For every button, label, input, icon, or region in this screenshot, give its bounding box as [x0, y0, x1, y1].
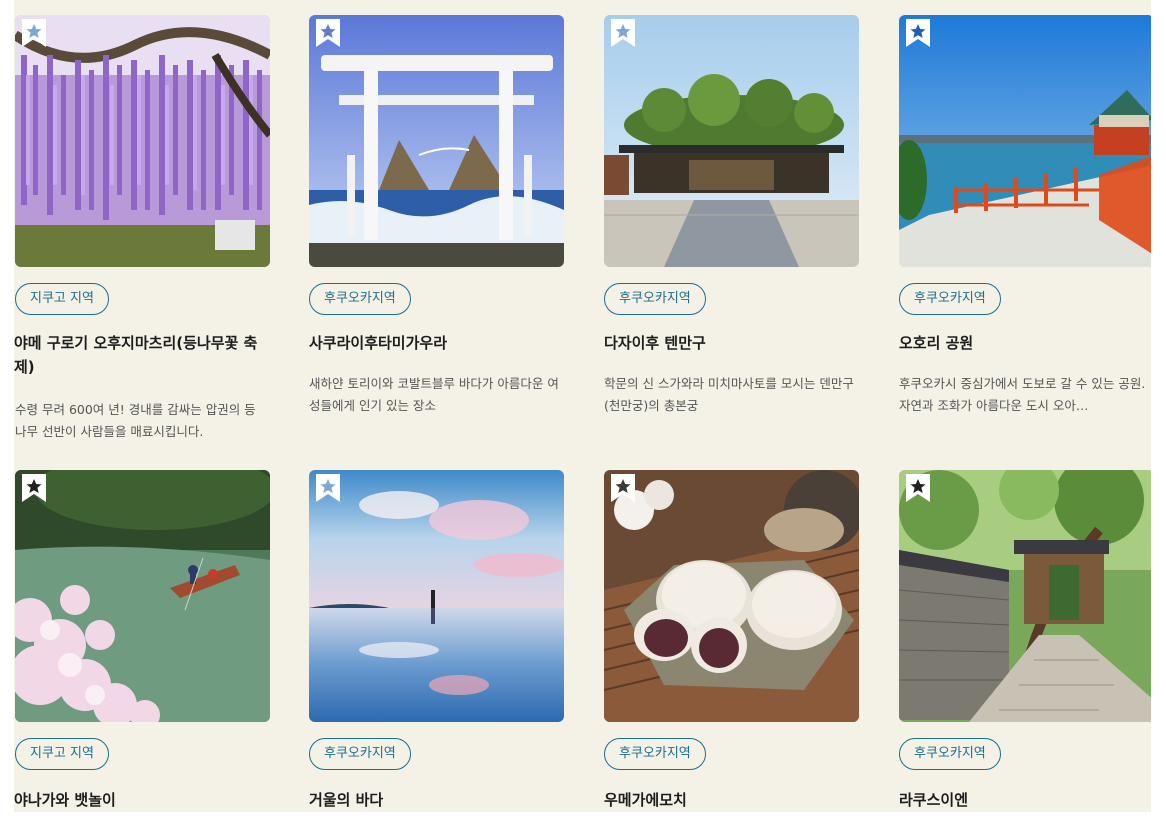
umegaemochi-photo — [604, 470, 859, 722]
mirror-sea-photo — [309, 470, 564, 722]
attraction-card: 후쿠오카지역 거울의 바다 — [309, 470, 564, 809]
card-image-mirror-sea[interactable] — [309, 470, 564, 722]
region-tag[interactable]: 후쿠오카지역 — [604, 283, 706, 315]
star-bookmark-icon[interactable] — [611, 19, 635, 47]
attraction-description: 학문의 신 스가와라 미치마사토를 모시는 덴만구(천만궁)의 총본궁 — [604, 376, 854, 413]
star-bookmark-icon[interactable] — [22, 19, 46, 47]
card-image-yanagawa[interactable] — [15, 470, 270, 722]
region-tag[interactable]: 후쿠오카지역 — [309, 738, 411, 770]
region-tag[interactable]: 후쿠오카지역 — [604, 738, 706, 770]
attraction-title[interactable]: 야메 구로기 오후지마츠리(등나무꽃 축제) — [14, 331, 272, 379]
attraction-card: 후쿠오카지역 오호리 공원 후쿠오카시 중심가에서 도보로 갈 수 있는 공원.… — [899, 15, 1154, 413]
attraction-description: 수령 무려 600여 년! 경내를 감싸는 압권의 등나무 선반이 사람들을 매… — [15, 402, 256, 439]
star-bookmark-icon[interactable] — [22, 474, 46, 502]
region-tag[interactable]: 지쿠고 지역 — [15, 738, 109, 770]
star-bookmark-icon[interactable] — [906, 19, 930, 47]
attractions-panel: 지쿠고 지역 야메 구로기 오후지마츠리(등나무꽃 축제) 수령 무려 600여… — [0, 0, 1166, 827]
attraction-card: 후쿠오카지역 다자이후 텐만구 학문의 신 스가와라 미치마사토를 모시는 덴만… — [604, 15, 859, 413]
attraction-card: 지쿠고 지역 야나가와 뱃놀이 — [14, 470, 270, 809]
star-bookmark-icon[interactable] — [611, 474, 635, 502]
torii-sea-photo — [309, 15, 564, 267]
attraction-title[interactable]: 사쿠라이후타미가우라 — [309, 331, 567, 355]
attraction-description: 후쿠오카시 중심가에서 도보로 갈 수 있는 공원. 자연과 조화가 아름다운 … — [899, 376, 1146, 413]
card-image-dazaifu[interactable] — [604, 15, 859, 267]
card-image-wisteria[interactable] — [15, 15, 270, 267]
region-tag[interactable]: 후쿠오카지역 — [309, 283, 411, 315]
star-bookmark-icon[interactable] — [316, 474, 340, 502]
attraction-title[interactable]: 야나가와 뱃놀이 — [14, 788, 272, 812]
card-image-umegaemochi[interactable] — [604, 470, 859, 722]
card-image-ohori[interactable] — [899, 15, 1154, 267]
attraction-card: 후쿠오카지역 라쿠스이엔 — [899, 470, 1154, 809]
dazaifu-shrine-photo — [604, 15, 859, 267]
attraction-description: 새하얀 토리이와 코발트블루 바다가 아름다운 여성들에게 인기 있는 장소 — [309, 376, 559, 413]
card-image-futamigaura[interactable] — [309, 15, 564, 267]
attraction-title[interactable]: 다자이후 텐만구 — [604, 331, 862, 355]
card-image-rakusuien[interactable] — [899, 470, 1154, 722]
star-bookmark-icon[interactable] — [906, 474, 930, 502]
star-bookmark-icon[interactable] — [316, 19, 340, 47]
panel-bottom-edge — [0, 812, 1166, 827]
ohori-park-photo — [899, 15, 1154, 267]
rakusuien-garden-photo — [899, 470, 1154, 722]
attraction-title[interactable]: 우메가에모치 — [604, 788, 862, 812]
attraction-card: 후쿠오카지역 사쿠라이후타미가우라 새하얀 토리이와 코발트블루 바다가 아름다… — [309, 15, 564, 413]
attraction-card: 후쿠오카지역 우메가에모치 — [604, 470, 859, 809]
attraction-title[interactable]: 라쿠스이엔 — [899, 788, 1157, 812]
attraction-title[interactable]: 오호리 공원 — [899, 331, 1157, 355]
region-tag[interactable]: 지쿠고 지역 — [15, 283, 109, 315]
region-tag[interactable]: 후쿠오카지역 — [899, 738, 1001, 770]
attraction-title[interactable]: 거울의 바다 — [309, 788, 567, 812]
yanagawa-boat-photo — [15, 470, 270, 722]
region-tag[interactable]: 후쿠오카지역 — [899, 283, 1001, 315]
wisteria-photo — [15, 15, 270, 267]
attraction-card: 지쿠고 지역 야메 구로기 오후지마츠리(등나무꽃 축제) 수령 무려 600여… — [14, 15, 270, 439]
